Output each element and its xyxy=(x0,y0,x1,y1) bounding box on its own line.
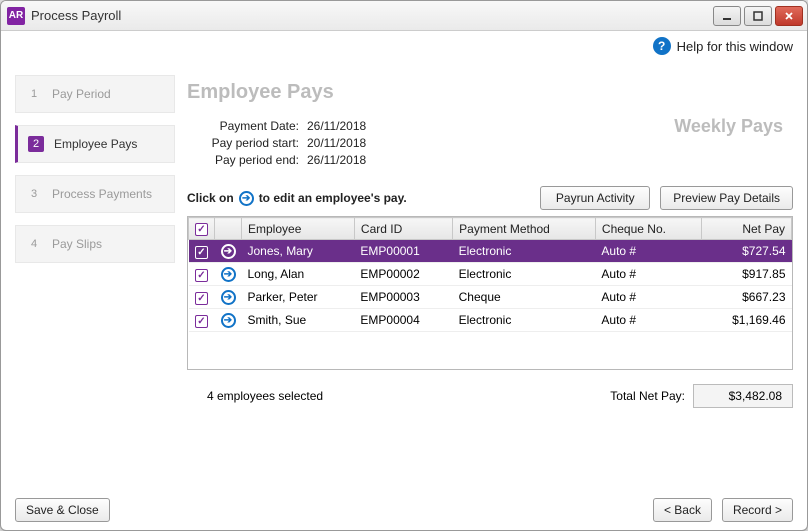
header-card-id[interactable]: Card ID xyxy=(354,218,452,240)
app-window: AR Process Payroll ? Help for this windo… xyxy=(0,0,808,531)
edit-row-icon[interactable]: ➔ xyxy=(221,313,236,328)
help-link[interactable]: Help for this window xyxy=(677,39,793,54)
step-process-payments[interactable]: 3 Process Payments xyxy=(15,175,175,213)
cell-payment-method: Cheque xyxy=(453,286,596,309)
help-row: ? Help for this window xyxy=(1,31,807,61)
preview-pay-details-button[interactable]: Preview Pay Details xyxy=(660,186,793,210)
window-controls xyxy=(713,6,803,26)
cell-net-pay: $1,169.46 xyxy=(701,309,791,332)
selected-count: 4 employees selected xyxy=(207,389,323,403)
period-start-value: 20/11/2018 xyxy=(307,136,366,150)
step-number: 1 xyxy=(26,86,42,102)
employee-pay-table: ✓ Employee Card ID Payment Method Cheque… xyxy=(187,216,793,370)
cell-net-pay: $917.85 xyxy=(701,263,791,286)
instruction-pre: Click on xyxy=(187,191,234,205)
step-number: 3 xyxy=(26,186,42,202)
step-pay-period[interactable]: 1 Pay Period xyxy=(15,75,175,113)
cell-employee: Parker, Peter xyxy=(242,286,355,309)
step-label: Pay Slips xyxy=(52,237,102,251)
minimize-button[interactable] xyxy=(713,6,741,26)
cell-employee: Jones, Mary xyxy=(242,240,355,263)
edit-row-icon[interactable]: ➔ xyxy=(221,244,236,259)
back-button[interactable]: < Back xyxy=(653,498,712,522)
table-row[interactable]: ✓ ➔ Jones, MaryEMP00001ElectronicAuto #$72… xyxy=(189,240,792,263)
main-panel: Employee Pays Payment Date: 26/11/2018 P… xyxy=(187,65,793,480)
window-title: Process Payroll xyxy=(31,8,713,23)
payrun-activity-button[interactable]: Payrun Activity xyxy=(540,186,650,210)
wizard-sidebar: 1 Pay Period 2 Employee Pays 3 Process P… xyxy=(15,65,175,480)
step-label: Pay Period xyxy=(52,87,111,101)
cell-card-id: EMP00001 xyxy=(354,240,452,263)
edit-arrow-icon: ➔ xyxy=(239,191,254,206)
maximize-button[interactable] xyxy=(744,6,772,26)
select-all-checkbox[interactable]: ✓ xyxy=(195,223,208,236)
info-block: Payment Date: 26/11/2018 Pay period star… xyxy=(187,116,674,170)
header-cheque-no[interactable]: Cheque No. xyxy=(595,218,701,240)
record-button[interactable]: Record > xyxy=(722,498,793,522)
cell-net-pay: $667.23 xyxy=(701,286,791,309)
payment-date-value: 26/11/2018 xyxy=(307,119,366,133)
period-start-label: Pay period start: xyxy=(187,136,299,150)
period-end-value: 26/11/2018 xyxy=(307,153,366,167)
summary-row: 4 employees selected Total Net Pay: $3,4… xyxy=(187,384,793,408)
instruction-post: to edit an employee's pay. xyxy=(259,191,407,205)
table-header-row: ✓ Employee Card ID Payment Method Cheque… xyxy=(189,218,792,240)
total-net-pay-value: $3,482.08 xyxy=(693,384,793,408)
table-row[interactable]: ✓ ➔ Parker, PeterEMP00003ChequeAuto #$667.… xyxy=(189,286,792,309)
cell-employee: Smith, Sue xyxy=(242,309,355,332)
cell-card-id: EMP00004 xyxy=(354,309,452,332)
row-checkbox[interactable]: ✓ xyxy=(195,269,208,282)
row-checkbox[interactable]: ✓ xyxy=(195,246,208,259)
help-icon[interactable]: ? xyxy=(653,37,671,55)
cell-net-pay: $727.54 xyxy=(701,240,791,263)
cell-cheque-no: Auto # xyxy=(595,263,701,286)
cell-cheque-no: Auto # xyxy=(595,286,701,309)
bottom-bar: Save & Close < Back Record > xyxy=(1,490,807,530)
instruction-row: Click on ➔ to edit an employee's pay. Pa… xyxy=(187,186,793,210)
cell-card-id: EMP00003 xyxy=(354,286,452,309)
row-checkbox[interactable]: ✓ xyxy=(195,292,208,305)
cell-card-id: EMP00002 xyxy=(354,263,452,286)
header-select-all[interactable]: ✓ xyxy=(189,218,215,240)
step-number: 4 xyxy=(26,236,42,252)
titlebar: AR Process Payroll xyxy=(1,1,807,31)
cell-payment-method: Electronic xyxy=(453,240,596,263)
cell-cheque-no: Auto # xyxy=(595,309,701,332)
step-pay-slips[interactable]: 4 Pay Slips xyxy=(15,225,175,263)
body: 1 Pay Period 2 Employee Pays 3 Process P… xyxy=(1,61,807,490)
cell-cheque-no: Auto # xyxy=(595,240,701,263)
cell-employee: Long, Alan xyxy=(242,263,355,286)
table-row[interactable]: ✓ ➔ Smith, SueEMP00004ElectronicAuto #$1,1… xyxy=(189,309,792,332)
step-number: 2 xyxy=(28,136,44,152)
page-title: Employee Pays xyxy=(187,81,793,104)
header-edit xyxy=(215,218,242,240)
edit-row-icon[interactable]: ➔ xyxy=(221,290,236,305)
header-payment-method[interactable]: Payment Method xyxy=(453,218,596,240)
action-buttons: Payrun Activity Preview Pay Details xyxy=(540,186,793,210)
pay-cycle-subtitle: Weekly Pays xyxy=(674,116,783,137)
edit-row-icon[interactable]: ➔ xyxy=(221,267,236,282)
step-label: Employee Pays xyxy=(54,137,137,151)
header-net-pay[interactable]: Net Pay xyxy=(701,218,791,240)
close-button[interactable] xyxy=(775,6,803,26)
cell-payment-method: Electronic xyxy=(453,263,596,286)
period-end-label: Pay period end: xyxy=(187,153,299,167)
total-net-pay-label: Total Net Pay: xyxy=(610,389,685,403)
table-row[interactable]: ✓ ➔ Long, AlanEMP00002ElectronicAuto #$917… xyxy=(189,263,792,286)
cell-payment-method: Electronic xyxy=(453,309,596,332)
info-row: Payment Date: 26/11/2018 Pay period star… xyxy=(187,116,793,170)
instruction-text: Click on ➔ to edit an employee's pay. xyxy=(187,191,407,206)
header-employee[interactable]: Employee xyxy=(242,218,355,240)
step-label: Process Payments xyxy=(52,187,152,201)
app-icon: AR xyxy=(7,7,25,25)
payment-date-label: Payment Date: xyxy=(187,119,299,133)
save-and-close-button[interactable]: Save & Close xyxy=(15,498,110,522)
step-employee-pays[interactable]: 2 Employee Pays xyxy=(15,125,175,163)
row-checkbox[interactable]: ✓ xyxy=(195,315,208,328)
